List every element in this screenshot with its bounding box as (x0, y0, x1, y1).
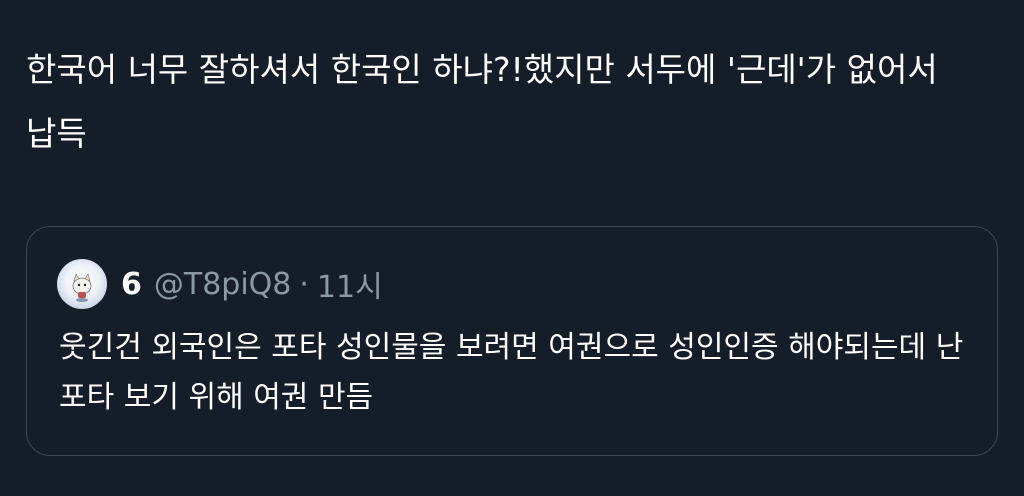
quoted-tweet-card[interactable]: 6 @T8piQ8 · 11시 웃긴건 외국인은 포타 성인물을 보려면 여권으… (26, 226, 998, 456)
avatar[interactable] (57, 259, 107, 309)
post-time[interactable]: 11시 (317, 262, 383, 306)
quoted-tweet-header: 6 @T8piQ8 · 11시 (57, 257, 383, 311)
separator-dot: · (299, 266, 309, 302)
quoted-tweet-text: 웃긴건 외국인은 포타 성인물을 보려면 여권으로 성인인증 해야되는데 난 포… (59, 330, 973, 415)
cartoon-character-icon (72, 273, 92, 302)
author-name[interactable]: 6 (121, 267, 142, 302)
tweet-text: 한국어 너무 잘하셔서 한국인 하냐?!했지만 서두에 '근데'가 없어서 납득 (26, 50, 949, 153)
author-handle[interactable]: @T8piQ8 (154, 267, 292, 302)
